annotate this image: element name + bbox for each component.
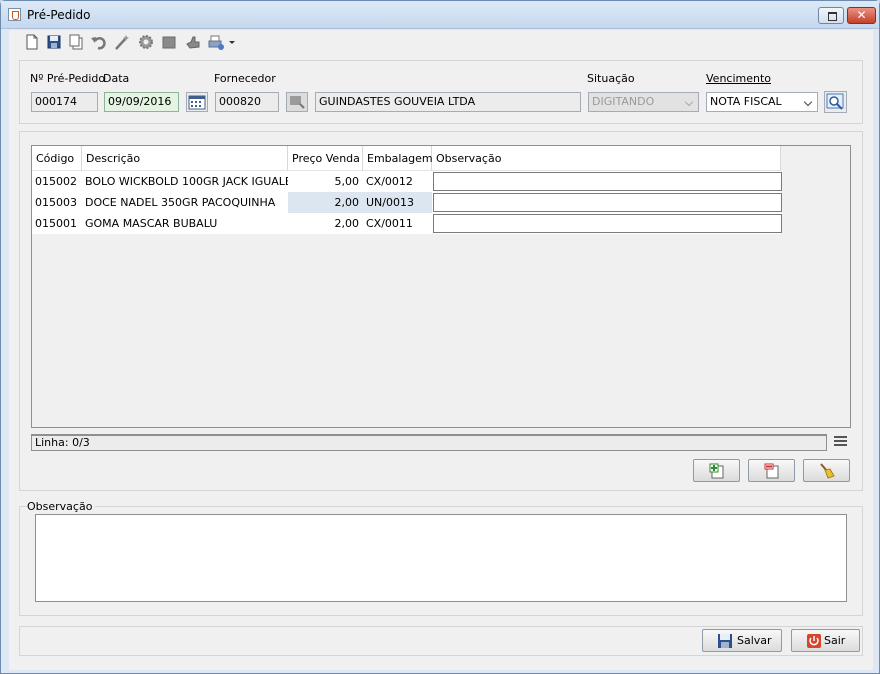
copy-icon[interactable]: [67, 33, 85, 51]
chevron-down-icon: [803, 97, 813, 107]
cell-code: 015002: [35, 175, 77, 188]
close-icon: ✕: [856, 8, 867, 22]
status-select: DIGITANDO: [588, 92, 699, 112]
cell-packaging: UN/0013: [363, 192, 432, 213]
row-status: Linha: 0/3: [31, 434, 827, 451]
delete-row-button[interactable]: [748, 459, 795, 482]
calendar-icon: [188, 95, 206, 110]
toolbar: [9, 30, 873, 56]
delete-icon: [764, 463, 779, 479]
client-area: Nº Pré-Pedido 000174 Data 09/09/2016 For…: [9, 30, 873, 670]
supplier-name-field: GUINDASTES GOUVEIA LTDA: [315, 92, 581, 112]
col-header-description[interactable]: Descrição: [82, 146, 288, 171]
items-table: Código Descrição Preço Venda Embalagem O…: [31, 145, 851, 428]
save-icon[interactable]: [45, 33, 63, 51]
clear-button[interactable]: [803, 459, 850, 482]
java-app-icon: [8, 8, 21, 21]
table-row[interactable]: 015002 BOLO WICKBOLD 100GR JACK IGUALES …: [32, 171, 782, 192]
magnifier-icon: [826, 93, 844, 110]
status-label: Situação: [587, 72, 635, 85]
chevron-down-icon: [684, 97, 694, 107]
cell-description: BOLO WICKBOLD 100GR JACK IGUALES: [85, 175, 288, 188]
cell-price: 5,00: [334, 175, 360, 188]
new-document-icon[interactable]: [23, 33, 41, 51]
close-button[interactable]: ✕: [847, 7, 876, 24]
undo-icon[interactable]: [90, 33, 108, 51]
cell-observation-input[interactable]: [433, 172, 782, 191]
status-value: DIGITANDO: [592, 95, 655, 108]
col-header-packaging[interactable]: Embalagem: [363, 146, 433, 171]
due-search-button[interactable]: [824, 91, 847, 113]
col-header-observation[interactable]: Observação: [432, 146, 781, 171]
cell-code: 015001: [35, 217, 77, 230]
power-icon: [807, 634, 821, 648]
gear-icon[interactable]: [137, 33, 155, 51]
cell-description: GOMA MASCAR BUBALU: [85, 217, 218, 230]
wand-icon[interactable]: [113, 33, 131, 51]
calendar-button[interactable]: [186, 92, 208, 112]
exit-button-label: Sair: [824, 634, 846, 647]
observation-textarea[interactable]: [35, 514, 847, 602]
table-row[interactable]: 015001 GOMA MASCAR BUBALU 2,00 CX/0011: [32, 213, 782, 234]
search-icon: [290, 96, 305, 109]
exit-button[interactable]: Sair: [791, 629, 860, 652]
supplier-label: Fornecedor: [214, 72, 276, 85]
cell-description: DOCE NADEL 350GR PACOQUINHA: [85, 196, 276, 209]
table-row[interactable]: 015003 DOCE NADEL 350GR PACOQUINHA 2,00 …: [32, 192, 782, 213]
date-label: Data: [103, 72, 130, 85]
title-bar: Pré-Pedido ✕: [1, 1, 879, 29]
print-icon[interactable]: [207, 33, 225, 51]
hand-icon[interactable]: [184, 33, 202, 51]
cell-code: 015003: [35, 196, 77, 209]
save-button[interactable]: Salvar: [702, 629, 782, 652]
due-value: NOTA FISCAL: [710, 95, 782, 108]
num-field[interactable]: 000174: [31, 92, 98, 112]
add-row-button[interactable]: [693, 459, 740, 482]
stop-icon[interactable]: [160, 33, 178, 51]
due-label: Vencimento: [706, 72, 772, 85]
col-header-price[interactable]: Preço Venda: [288, 146, 363, 171]
num-label: Nº Pré-Pedido: [30, 72, 106, 85]
cell-observation-input[interactable]: [433, 193, 782, 212]
cell-packaging: CX/0011: [366, 217, 413, 230]
hamburger-menu-icon[interactable]: [834, 436, 847, 448]
cell-price: 2,00: [288, 192, 363, 213]
save-button-label: Salvar: [737, 634, 772, 647]
cell-price: 2,00: [334, 217, 360, 230]
dropdown-arrow-icon[interactable]: [227, 33, 237, 51]
restore-button[interactable]: [818, 7, 844, 24]
due-select[interactable]: NOTA FISCAL: [706, 92, 818, 112]
supplier-code-field[interactable]: 000820: [215, 92, 279, 112]
cell-observation-input[interactable]: [433, 214, 782, 233]
date-field[interactable]: 09/09/2016: [104, 92, 179, 112]
observation-label: Observação: [27, 500, 96, 513]
supplier-search-button[interactable]: [286, 92, 308, 112]
broom-icon: [820, 463, 835, 479]
add-icon: [709, 463, 724, 479]
app-window: Pré-Pedido ✕ Nº Pré-Pedido 000174 Data 0…: [0, 0, 880, 674]
save-icon: [718, 634, 732, 648]
col-header-code[interactable]: Código: [32, 146, 82, 171]
window-title: Pré-Pedido: [27, 8, 91, 22]
cell-packaging: CX/0012: [366, 175, 413, 188]
